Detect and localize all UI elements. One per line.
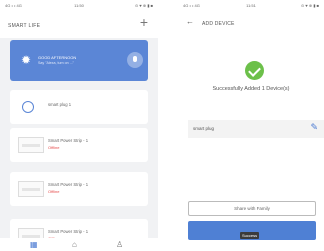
scene-tab-icon[interactable]: ⌂: [72, 241, 77, 249]
device-card-power-strip[interactable]: Smart Power Strip - 1 Offline: [10, 172, 148, 206]
power-strip-thumbnail: [18, 137, 44, 153]
status-icons: ⊙ ♥ ⊕ ▮ ■: [134, 3, 153, 8]
status-icons: ⊙ ♥ ⊕ ▮ ■: [300, 3, 319, 8]
weather-banner: ✹ GOOD AFTERNOON Say "Alexa, turn on ...…: [10, 40, 148, 81]
status-bar: 4G • • 4G 11:51 ⊙ ♥ ⊕ ▮ ■: [178, 0, 324, 11]
smart-life-home-screen: 4G • • 4G 11:50 ⊙ ♥ ⊕ ▮ ■ SMART LIFE + ✹…: [0, 0, 158, 251]
profile-tab-icon[interactable]: ♙: [116, 241, 123, 249]
added-device-row[interactable]: smart plug ✎: [188, 120, 324, 138]
app-title: SMART LIFE: [8, 23, 41, 29]
sun-icon: ✹: [21, 53, 32, 67]
greeting-text: GOOD AFTERNOON: [38, 55, 77, 60]
screen-header: ← ADD DEVICE: [178, 11, 324, 36]
done-button[interactable]: Success: [188, 221, 316, 240]
device-name: Smart Power Strip - 1: [48, 138, 89, 143]
voice-hint-text: Say "Alexa, turn on ...": [38, 61, 74, 65]
share-with-family-button[interactable]: Share with Family: [188, 201, 316, 216]
success-message: Successfully Added 1 Device(s): [212, 86, 290, 92]
add-device-success-screen: 4G • • 4G 11:51 ⊙ ♥ ⊕ ▮ ■ ← ADD DEVICE S…: [178, 0, 324, 251]
add-device-button[interactable]: +: [140, 15, 148, 29]
device-name: smart plug: [193, 126, 215, 131]
back-arrow-icon[interactable]: ←: [186, 18, 194, 26]
offline-status: Offline: [48, 145, 60, 150]
success-check-icon: [245, 61, 264, 80]
ring-icon: [22, 101, 34, 113]
device-name: Smart Power Strip - 1: [48, 229, 89, 234]
offline-status: Offline: [48, 189, 60, 194]
microphone-icon[interactable]: [127, 52, 143, 68]
status-bar: 4G • • 4G 11:50 ⊙ ♥ ⊕ ▮ ■: [0, 0, 158, 11]
edit-pencil-icon[interactable]: ✎: [310, 123, 318, 132]
app-header: SMART LIFE +: [0, 11, 158, 38]
success-toast: Success: [240, 232, 260, 239]
screen-title: ADD DEVICE: [202, 21, 235, 27]
device-name: smart plug 1: [48, 102, 72, 107]
device-card-smart-plug-1[interactable]: smart plug 1: [10, 90, 148, 124]
bottom-navigation: ▦ ⌂ ♙: [0, 238, 158, 251]
home-tab-icon[interactable]: ▦: [30, 241, 38, 249]
device-name: Smart Power Strip - 1: [48, 182, 89, 187]
power-strip-thumbnail: [18, 181, 44, 197]
device-card-power-strip[interactable]: Smart Power Strip - 1 Offline: [10, 128, 148, 162]
